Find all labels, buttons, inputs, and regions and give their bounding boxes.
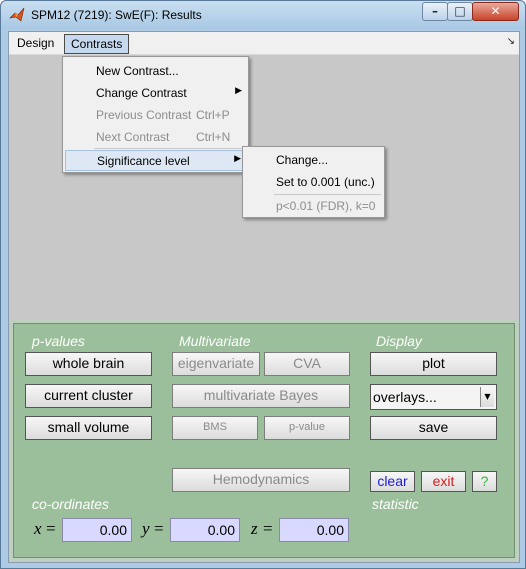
- multivariate-bayes-button[interactable]: multivariate Bayes: [172, 384, 350, 408]
- display-header: Display: [376, 333, 422, 349]
- p-value-button[interactable]: p-value: [264, 416, 350, 440]
- submenu-arrow-icon: ▶: [235, 86, 242, 96]
- next-contrast-shortcut: Ctrl+N: [196, 130, 231, 144]
- exit-button[interactable]: exit: [421, 471, 466, 492]
- menu-design[interactable]: Design: [11, 34, 60, 54]
- z-equals-sign: =: [263, 519, 273, 538]
- current-cluster-button[interactable]: current cluster: [25, 384, 152, 408]
- submenu-item-current-threshold: p<0.01 (FDR), k=0: [245, 196, 382, 217]
- previous-contrast-shortcut: Ctrl+P: [196, 108, 230, 122]
- menu-item-significance-level[interactable]: Significance level ▶: [65, 150, 246, 171]
- spm-results-window: SPM12 (7219): SwE(F): Results – □ ✕ Desi…: [0, 0, 526, 569]
- maximize-icon: □: [454, 4, 466, 18]
- multivariate-header: Multivariate: [179, 333, 251, 349]
- new-contrast-label: New Contrast...: [96, 64, 179, 78]
- minimize-button[interactable]: –: [422, 2, 448, 21]
- toolbar-overflow-icon[interactable]: ↘: [507, 36, 515, 47]
- menu-bar: Design Contrasts ↘: [9, 32, 519, 55]
- bms-button[interactable]: BMS: [172, 416, 258, 440]
- submenu-item-set-0001[interactable]: Set to 0.001 (unc.): [245, 172, 382, 193]
- close-button[interactable]: ✕: [472, 2, 519, 21]
- menu-item-change-contrast[interactable]: Change Contrast ▶: [65, 83, 246, 104]
- matlab-logo-icon: [9, 7, 25, 22]
- submenu-item-change[interactable]: Change...: [245, 150, 382, 171]
- set-0001-label: Set to 0.001 (unc.): [276, 175, 375, 189]
- menu-contrasts[interactable]: Contrasts: [64, 34, 130, 54]
- submenu-arrow-icon: ▶: [234, 154, 241, 164]
- significance-level-label: Significance level: [97, 154, 190, 168]
- z-coordinate-field[interactable]: 0.00: [279, 518, 349, 542]
- menu-item-new-contrast[interactable]: New Contrast...: [65, 61, 246, 82]
- next-contrast-label: Next Contrast: [96, 130, 170, 144]
- hemodynamics-button[interactable]: Hemodynamics: [172, 468, 350, 492]
- menu-item-previous-contrast: Previous Contrast Ctrl+P: [65, 105, 246, 126]
- overlays-select[interactable]: overlays... ▼: [370, 384, 497, 410]
- small-volume-button[interactable]: small volume: [25, 416, 152, 440]
- current-threshold-label: p<0.01 (FDR), k=0: [276, 199, 376, 213]
- overlays-selected-value: overlays...: [373, 389, 437, 405]
- pvalues-header: p-values: [32, 333, 85, 349]
- z-coordinate-label: z: [251, 519, 258, 538]
- x-coordinate-label: x: [34, 519, 42, 538]
- y-equals-sign: =: [154, 519, 164, 538]
- eigenvariate-button[interactable]: eigenvariate: [172, 352, 260, 376]
- results-panel-frame: p-values Multivariate Display whole brai…: [9, 319, 519, 562]
- menu-separator: [94, 148, 245, 149]
- coordinates-header: co-ordinates: [32, 496, 110, 512]
- change-contrast-label: Change Contrast: [96, 86, 187, 100]
- whole-brain-button[interactable]: whole brain: [25, 352, 152, 376]
- x-equals-sign: =: [46, 519, 56, 538]
- cva-button[interactable]: CVA: [264, 352, 350, 376]
- previous-contrast-label: Previous Contrast: [96, 108, 192, 122]
- save-button[interactable]: save: [370, 416, 497, 440]
- contrasts-dropdown-menu: New Contrast... Change Contrast ▶ Previo…: [62, 56, 249, 173]
- minimize-icon: –: [432, 4, 438, 18]
- title-bar[interactable]: SPM12 (7219): SwE(F): Results – □ ✕: [1, 1, 525, 29]
- maximize-button[interactable]: □: [447, 2, 473, 21]
- close-icon: ✕: [490, 4, 501, 18]
- plot-button[interactable]: plot: [370, 352, 497, 376]
- results-panel: p-values Multivariate Display whole brai…: [13, 323, 515, 558]
- menu-item-next-contrast: Next Contrast Ctrl+N: [65, 127, 246, 148]
- chevron-down-icon: ▼: [480, 387, 494, 407]
- submenu-separator: [274, 194, 381, 195]
- y-coordinate-label: y: [142, 519, 150, 538]
- help-button[interactable]: ?: [472, 471, 497, 492]
- window-title: SPM12 (7219): SwE(F): Results: [31, 8, 202, 22]
- y-coordinate-field[interactable]: 0.00: [170, 518, 240, 542]
- x-coordinate-field[interactable]: 0.00: [62, 518, 132, 542]
- change-label: Change...: [276, 153, 329, 167]
- clear-button[interactable]: clear: [370, 471, 415, 492]
- significance-submenu: Change... Set to 0.001 (unc.) p<0.01 (FD…: [242, 146, 385, 218]
- statistic-header: statistic: [372, 496, 419, 512]
